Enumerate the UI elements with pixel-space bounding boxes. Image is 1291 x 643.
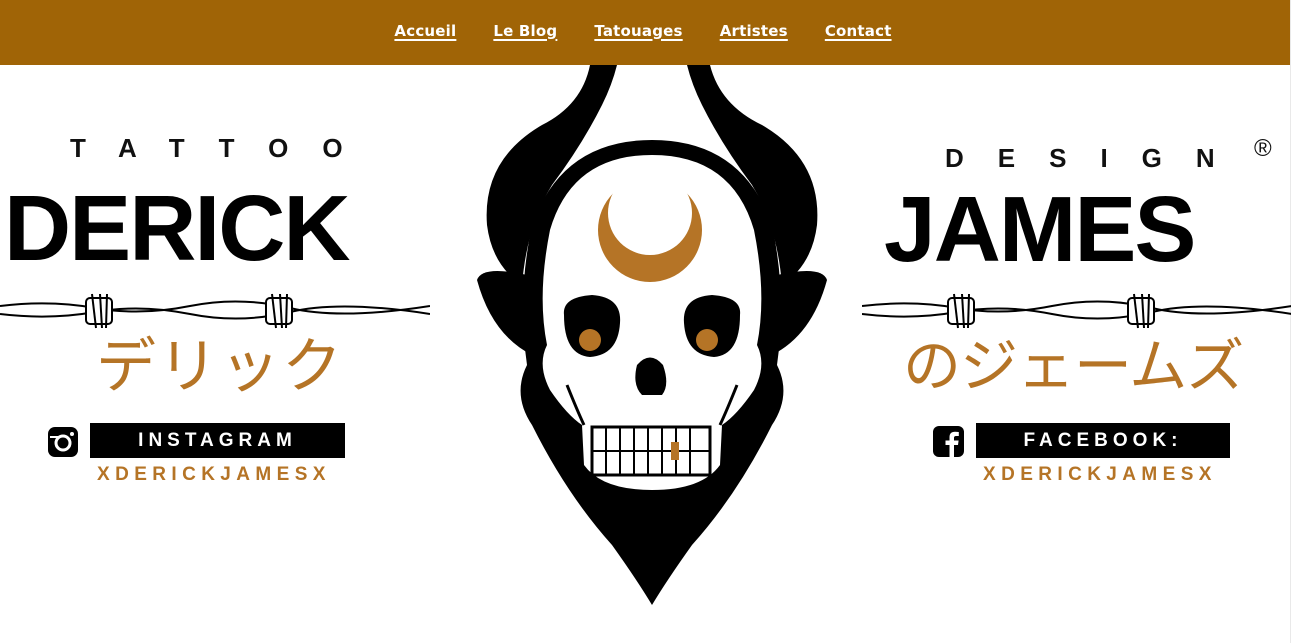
horned-skull-logo xyxy=(477,65,827,605)
logo-tattoo-text: TATTOO xyxy=(70,133,377,163)
facebook-icon[interactable] xyxy=(933,426,964,457)
nav-links: Accueil Le Blog Tatouages Artistes Conta… xyxy=(394,22,891,40)
instagram-label: INSTAGRAM xyxy=(90,423,345,458)
logo-japanese-left: デリック xyxy=(96,332,344,402)
instagram-icon[interactable] xyxy=(47,426,79,458)
nav-link-artistes[interactable]: Artistes xyxy=(720,22,788,40)
hero-banner: TATTOO DERICK デリック INSTAGRAM XDERICKJAME… xyxy=(0,65,1291,643)
nav-link-accueil[interactable]: Accueil xyxy=(394,22,456,40)
barbed-wire-right xyxy=(862,293,1291,329)
nav-link-le-blog[interactable]: Le Blog xyxy=(493,22,557,40)
logo-design-text: DESIGN xyxy=(945,143,1249,173)
logo-james-text: JAMES xyxy=(884,177,1196,281)
nav-link-tatouages[interactable]: Tatouages xyxy=(594,22,682,40)
barbed-wire-left xyxy=(0,293,430,329)
top-navigation: Accueil Le Blog Tatouages Artistes Conta… xyxy=(0,0,1290,65)
registered-mark: ® xyxy=(1254,135,1272,162)
nav-link-contact[interactable]: Contact xyxy=(825,22,892,40)
logo-derick-text: DERICK xyxy=(4,176,351,280)
facebook-label: FACEBOOK: xyxy=(976,423,1230,458)
facebook-handle[interactable]: XDERICKJAMESX xyxy=(983,464,1217,486)
logo-japanese-right: のジェームズ xyxy=(903,332,1244,400)
instagram-handle[interactable]: XDERICKJAMESX xyxy=(97,464,331,486)
